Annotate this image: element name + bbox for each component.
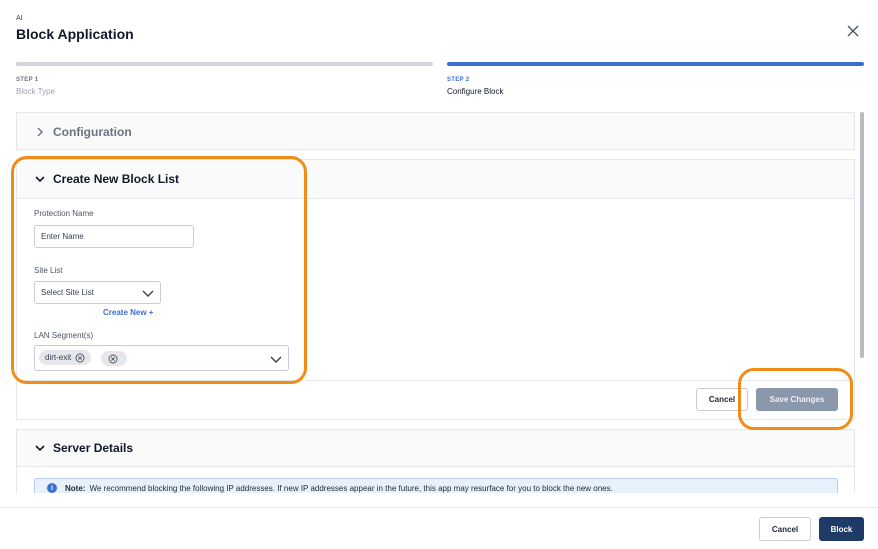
chevron-down-icon bbox=[270, 354, 282, 364]
site-list-placeholder: Select Site List bbox=[41, 288, 94, 297]
modal-title: Block Application bbox=[16, 26, 134, 42]
chevron-down-icon bbox=[35, 443, 45, 453]
footer-cancel-button[interactable]: Cancel bbox=[759, 517, 811, 541]
chevron-right-icon bbox=[35, 127, 45, 137]
recommendation-note: i Note: We recommend blocking the follow… bbox=[34, 478, 838, 493]
server-details-section: Server Details i Note: We recommend bloc… bbox=[16, 429, 855, 493]
lan-segments-label: LAN Segment(s) bbox=[34, 331, 94, 340]
protection-name-label: Protection Name bbox=[34, 209, 94, 218]
step-1-number: STEP 1 bbox=[16, 77, 39, 83]
save-changes-button[interactable]: Save Changes bbox=[756, 388, 838, 411]
cancel-button[interactable]: Cancel bbox=[696, 388, 748, 411]
protection-name-input[interactable]: Enter Name bbox=[34, 225, 194, 248]
chevron-down-icon bbox=[35, 174, 45, 184]
remove-chip-icon[interactable] bbox=[75, 353, 85, 363]
create-new-site-list-link[interactable]: Create New + bbox=[103, 308, 153, 317]
step-2-number: STEP 2 bbox=[447, 77, 470, 83]
server-details-title: Server Details bbox=[53, 441, 134, 455]
configuration-section-title: Configuration bbox=[53, 125, 132, 139]
chevron-down-icon bbox=[142, 288, 154, 298]
modal-eyebrow: AI bbox=[16, 15, 23, 22]
create-block-list-header[interactable]: Create New Block List bbox=[17, 160, 854, 199]
site-list-select[interactable]: Select Site List bbox=[34, 281, 161, 304]
server-details-header[interactable]: Server Details bbox=[17, 430, 854, 467]
create-block-list-title: Create New Block List bbox=[53, 172, 180, 186]
note-text: We recommend blocking the following IP a… bbox=[89, 483, 613, 493]
step-1-progress-bar bbox=[16, 62, 433, 66]
create-block-list-section: Create New Block List Protection Name En… bbox=[16, 159, 855, 420]
modal-body[interactable]: Configuration Create New Block List Prot… bbox=[0, 104, 878, 493]
close-icon[interactable] bbox=[845, 23, 861, 39]
section-divider bbox=[17, 380, 854, 381]
step-2-name: Configure Block bbox=[447, 87, 504, 96]
modal-footer: Cancel Block bbox=[0, 507, 878, 549]
note-label: Note: bbox=[65, 483, 86, 493]
lan-segment-chip: dirt-exit bbox=[39, 350, 92, 365]
site-list-label: Site List bbox=[34, 266, 63, 275]
lan-segment-chip-label: dirt-exit bbox=[45, 353, 72, 362]
remove-chip-icon[interactable] bbox=[108, 354, 118, 364]
block-button[interactable]: Block bbox=[819, 517, 864, 541]
block-application-modal: AI Block Application STEP 1 Block Type S… bbox=[0, 0, 878, 549]
info-icon: i bbox=[47, 483, 57, 493]
scrollbar[interactable] bbox=[860, 112, 864, 358]
configuration-section-header[interactable]: Configuration bbox=[17, 113, 854, 151]
step-1-name[interactable]: Block Type bbox=[16, 87, 55, 96]
lan-segment-chip-empty bbox=[101, 351, 127, 366]
step-2-progress-bar bbox=[447, 62, 864, 66]
configuration-section: Configuration bbox=[16, 112, 855, 150]
